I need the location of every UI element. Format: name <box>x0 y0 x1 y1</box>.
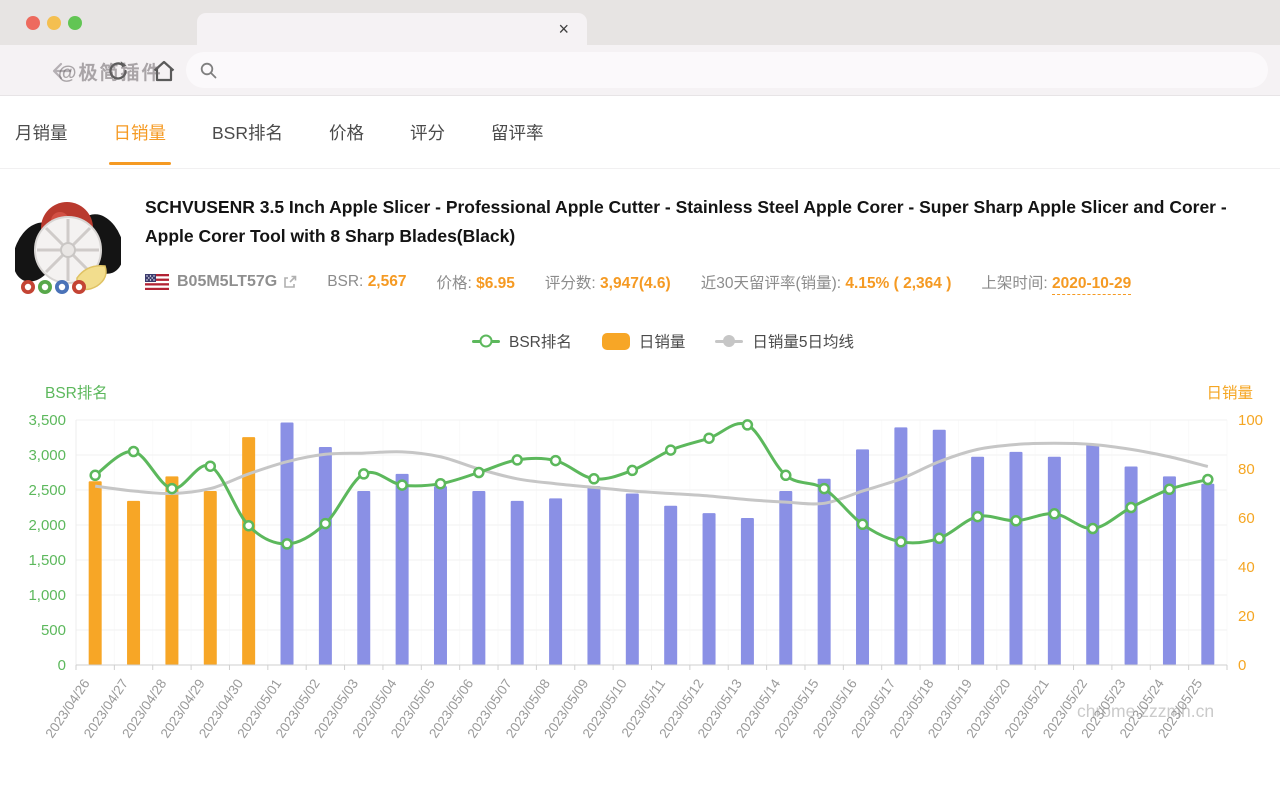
bar-2023/05/06[interactable] <box>472 491 486 665</box>
tab-bsr-rank[interactable]: BSR排名 <box>212 96 283 168</box>
bar-2023/05/05[interactable] <box>433 486 447 665</box>
svg-text:2,000: 2,000 <box>28 517 66 534</box>
legend-line-marker <box>471 334 500 348</box>
product-image[interactable] <box>15 192 121 298</box>
left-axis-ticks: 0 500 1,000 1,500 2,000 2,500 3,000 3,500 <box>28 412 66 674</box>
svg-text:1,000: 1,000 <box>28 587 66 604</box>
x-axis-labels: 2023/04/262023/04/272023/04/282023/04/29… <box>42 676 1205 741</box>
external-link-icon[interactable] <box>283 275 297 289</box>
svg-text:40: 40 <box>1238 559 1255 576</box>
bar-2023/05/13[interactable] <box>740 518 754 665</box>
close-tab-icon[interactable]: × <box>558 16 569 42</box>
sales-bsr-chart: 0 500 1,000 1,500 2,000 2,500 3,000 3,500 0 20 40 6… <box>28 384 1263 741</box>
tab-price[interactable]: 价格 <box>329 96 364 168</box>
us-flag-icon <box>145 274 169 290</box>
legend-item-2[interactable]: 日销量 <box>601 330 686 352</box>
svg-text:20: 20 <box>1238 608 1255 625</box>
active-tab-underline <box>108 162 171 165</box>
legend-item-3[interactable]: 日销量5日均线 <box>715 330 854 352</box>
home-icon[interactable] <box>152 59 176 83</box>
bar-2023/05/14[interactable] <box>779 491 793 665</box>
bar-2023/05/19[interactable] <box>971 456 985 665</box>
listing-date-value[interactable]: 2020-10-29 <box>1052 275 1132 295</box>
bar-2023/04/29[interactable] <box>203 491 217 665</box>
bar-2023/05/08[interactable] <box>549 498 563 665</box>
bar-2023/05/04[interactable] <box>395 473 409 665</box>
svg-text:3,500: 3,500 <box>28 412 66 429</box>
legend-line-marker <box>715 335 744 347</box>
metric-tabs: 月销量 日销量 BSR排名 价格 评分 留评率 <box>0 96 1280 169</box>
product-title: SCHVUSENR 3.5 Inch Apple Slicer - Profes… <box>145 197 1227 246</box>
stat-rating-count: 评分数: 3,947(4.6) <box>544 275 671 292</box>
bar-2023/05/20[interactable] <box>1009 451 1023 665</box>
bar-2023/05/07[interactable] <box>510 500 524 665</box>
bar-2023/04/28[interactable] <box>165 476 179 665</box>
refresh-icon[interactable] <box>106 59 130 83</box>
back-icon[interactable] <box>50 59 74 83</box>
browser-tab[interactable]: × <box>197 13 587 45</box>
tab-review-rate[interactable]: 留评率 <box>491 96 544 168</box>
product-info-row: B05M5LT57G BSR: 2,567 价格: $6.95 评分数: 3,9… <box>145 271 1132 295</box>
svg-text:80: 80 <box>1238 461 1255 478</box>
stat-review-rate: 近30天留评率(销量): 4.15% ( 2,364 ) <box>700 275 952 292</box>
close-window-button[interactable] <box>26 16 40 30</box>
stat-bsr: BSR: 2,567 <box>327 273 407 290</box>
stat-listing-date: 上架时间: 2020-10-29 <box>981 271 1132 295</box>
bar-2023/04/27[interactable] <box>127 500 141 665</box>
left-axis-title: BSR排名 <box>45 384 108 402</box>
bar-2023/05/24[interactable] <box>1162 476 1176 665</box>
search-icon <box>200 62 217 79</box>
tab-monthly-sales[interactable]: 月销量 <box>15 96 68 168</box>
svg-text:60: 60 <box>1238 510 1255 527</box>
svg-text:0: 0 <box>58 657 66 674</box>
maximize-window-button[interactable] <box>68 16 82 30</box>
svg-text:0: 0 <box>1238 657 1246 674</box>
legend-bar-marker <box>601 332 630 350</box>
bar-2023/05/09[interactable] <box>587 486 601 665</box>
minimize-window-button[interactable] <box>47 16 61 30</box>
bar-2023/05/15[interactable] <box>817 478 831 665</box>
bar-2023/05/10[interactable] <box>625 493 639 666</box>
bar-2023/05/23[interactable] <box>1124 466 1138 665</box>
bar-2023/05/02[interactable] <box>318 446 332 665</box>
bar-2023/04/26[interactable] <box>88 481 102 665</box>
tab-strip: × <box>0 0 1280 45</box>
browser-toolbar: @极简插件 <box>0 45 1280 96</box>
chart-legend: BSR排名 日销量 日销量5日均线 <box>0 330 1280 352</box>
svg-text:100: 100 <box>1238 412 1263 429</box>
bar-2023/05/22[interactable] <box>1086 444 1100 666</box>
svg-text:3,000: 3,000 <box>28 447 66 464</box>
legend-label: 日销量 <box>638 334 686 351</box>
tab-rating[interactable]: 评分 <box>410 96 445 168</box>
bar-2023/05/12[interactable] <box>702 513 716 665</box>
svg-text:2,500: 2,500 <box>28 482 66 499</box>
right-axis-title: 日销量 <box>1206 384 1253 402</box>
legend-label: 日销量5日均线 <box>752 334 854 351</box>
bar-2023/05/11[interactable] <box>664 505 678 665</box>
stat-price: 价格: $6.95 <box>436 275 515 292</box>
legend-item-1[interactable]: BSR排名 <box>471 330 572 352</box>
bar-2023/05/25[interactable] <box>1201 483 1215 665</box>
bar-2023/05/21[interactable] <box>1047 456 1061 665</box>
browser-window: × @极简插件 月销量 日销量 BSR排名 价格 评分 留评率 SCHVUSEN… <box>0 0 1280 800</box>
tab-daily-sales[interactable]: 日销量 <box>108 96 171 168</box>
bar-2023/05/03[interactable] <box>357 491 371 665</box>
bar-2023/05/16[interactable] <box>856 449 870 665</box>
legend-label: BSR排名 <box>508 334 572 351</box>
address-bar[interactable] <box>186 52 1268 88</box>
asin-text: B05M5LT57G <box>177 273 278 290</box>
svg-text:500: 500 <box>41 622 66 639</box>
x-axis <box>75 664 1228 670</box>
right-axis-ticks: 0 20 40 60 80 100 <box>1238 412 1263 674</box>
svg-text:1,500: 1,500 <box>28 552 66 569</box>
